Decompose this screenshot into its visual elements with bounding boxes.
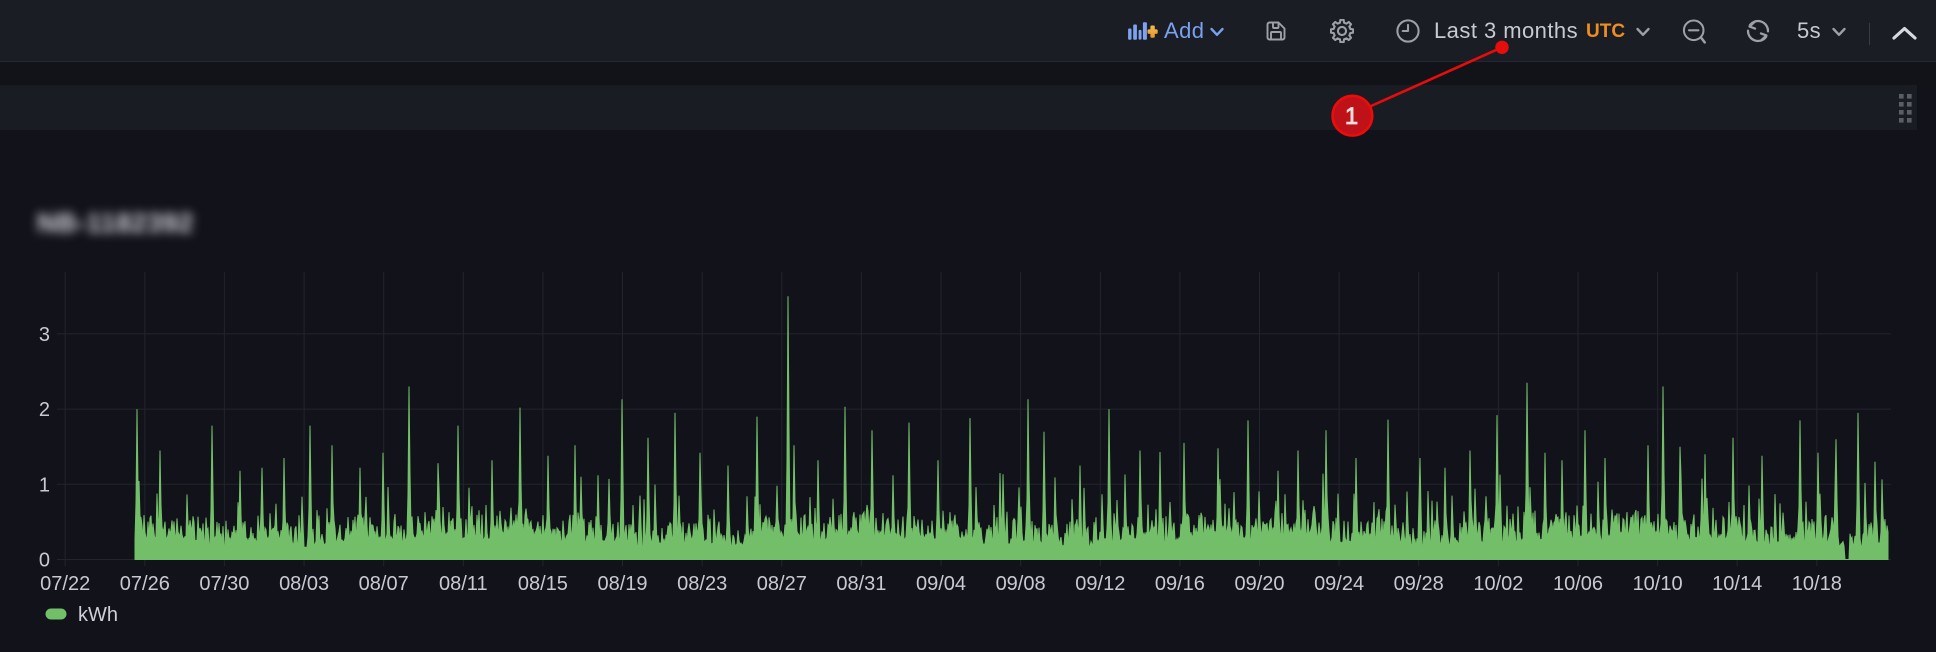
svg-text:1: 1 [1345,103,1358,130]
